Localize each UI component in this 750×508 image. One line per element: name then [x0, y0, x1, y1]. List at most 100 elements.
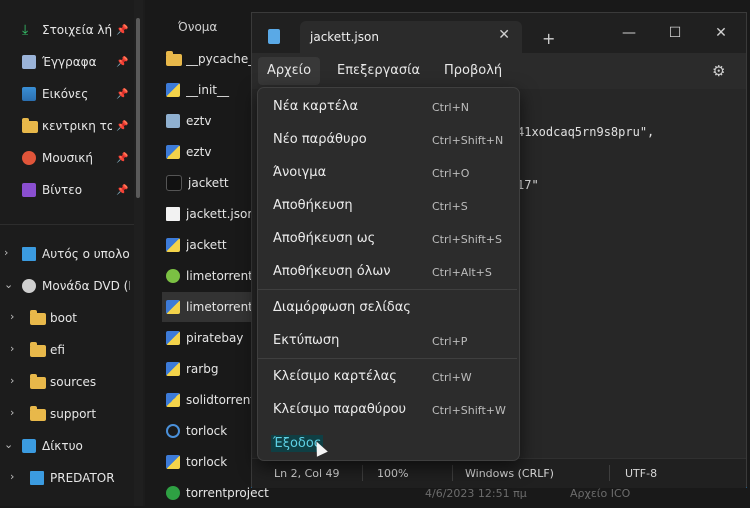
- sidebar-item-label: Στοιχεία λήψ: [42, 23, 112, 37]
- code-fragment: 41xodcaq5rn9s8pru",: [517, 125, 655, 139]
- menu-separator: [258, 358, 517, 359]
- sidebar-item-network[interactable]: Δίκτυο: [0, 431, 134, 461]
- sidebar-item-folder[interactable]: κεντρικη τοπ 📌: [0, 111, 134, 141]
- menu-view[interactable]: Προβολή: [435, 57, 511, 85]
- sidebar-scrollbar-thumb[interactable]: [136, 18, 140, 198]
- sidebar-item-videos[interactable]: Βίντεο 📌: [0, 175, 134, 205]
- sidebar-item-label: support: [50, 407, 97, 421]
- torlock-icon: [166, 424, 180, 438]
- status-bar: Ln 2, Col 49 100% Windows (CRLF) UTF-8: [252, 458, 746, 488]
- sidebar-item-label: Μουσική: [42, 151, 93, 165]
- menu-item-label: Εκτύπωση: [273, 333, 340, 348]
- status-divider: [609, 465, 610, 481]
- sidebar-item-boot[interactable]: boot: [8, 303, 142, 333]
- python-file-icon: [166, 455, 180, 469]
- menu-item-label: Αποθήκευση: [273, 198, 353, 213]
- file-date: 4/6/2023 12:51 πμ: [425, 487, 527, 500]
- python-file-icon: [166, 145, 180, 159]
- menu-item-label: Άνοιγμα: [273, 165, 327, 180]
- menu-item-save-as[interactable]: Αποθήκευση ως Ctrl+Shift+S: [262, 224, 515, 254]
- menu-item-label: Νέα καρτέλα: [273, 99, 359, 114]
- menu-item-shortcut: Ctrl+Shift+W: [432, 404, 506, 417]
- torrentproject-icon: [166, 486, 180, 500]
- sidebar-item-label: Δίκτυο: [42, 439, 83, 453]
- pictures-icon: [22, 87, 36, 101]
- code-fragment: 17": [517, 178, 539, 192]
- close-tab-icon[interactable]: ✕: [498, 27, 510, 43]
- sidebar-item-label: Μονάδα DVD (D: [42, 279, 130, 293]
- python-file-icon: [166, 393, 180, 407]
- menu-item-close-tab[interactable]: Κλείσιμο καρτέλας Ctrl+W: [262, 362, 515, 392]
- menu-item-label: Αποθήκευση όλων: [273, 264, 391, 279]
- pin-icon[interactable]: 📌: [116, 89, 128, 100]
- folder-icon: [22, 118, 38, 133]
- dvd-drive-icon: [22, 279, 36, 293]
- menu-item-open[interactable]: Άνοιγμα Ctrl+O: [262, 158, 515, 188]
- folder-icon: [30, 310, 46, 325]
- folder-icon: [30, 374, 46, 389]
- limetorrents-icon: [166, 269, 180, 283]
- sidebar-item-label: efi: [50, 343, 65, 357]
- python-file-icon: [166, 331, 180, 345]
- pin-icon[interactable]: 📌: [116, 25, 128, 36]
- menu-item-label: Διαμόρφωση σελίδας: [273, 300, 411, 315]
- python-file-icon: [166, 238, 180, 252]
- sidebar-item-music[interactable]: Μουσική 📌: [0, 143, 134, 173]
- sidebar-item-this-pc[interactable]: Αυτός ο υπολο: [0, 239, 134, 269]
- minimize-button[interactable]: —: [606, 19, 652, 47]
- settings-gear-icon[interactable]: ⚙: [712, 62, 725, 80]
- documents-icon: [22, 55, 36, 69]
- download-icon: ⤓: [22, 22, 29, 38]
- menu-item-exit[interactable]: Έξοδος: [262, 428, 515, 458]
- sidebar-item-dvd-drive[interactable]: Μονάδα DVD (D: [0, 271, 134, 301]
- computer-icon: [30, 471, 44, 485]
- python-file-icon: [166, 300, 180, 314]
- menu-item-new-window[interactable]: Νέο παράθυρο Ctrl+Shift+N: [262, 125, 515, 155]
- menu-item-close-window[interactable]: Κλείσιμο παραθύρου Ctrl+Shift+W: [262, 395, 515, 425]
- menu-item-shortcut: Ctrl+S: [432, 200, 468, 213]
- menu-item-label: Κλείσιμο καρτέλας: [273, 369, 397, 384]
- pin-icon[interactable]: 📌: [116, 153, 128, 164]
- pin-icon[interactable]: 📌: [116, 57, 128, 68]
- sidebar-item-sources[interactable]: sources: [8, 367, 142, 397]
- file-menu-dropdown: Νέα καρτέλα Ctrl+N Νέο παράθυρο Ctrl+Shi…: [257, 87, 520, 461]
- column-header-name[interactable]: Όνομα: [178, 20, 217, 34]
- sidebar-item-documents[interactable]: Έγγραφα 📌: [0, 47, 134, 77]
- sidebar-item-label: PREDATOR: [50, 471, 115, 485]
- jackett-icon: [166, 175, 182, 191]
- network-icon: [22, 439, 36, 453]
- menu-edit[interactable]: Επεξεργασία: [328, 57, 429, 85]
- sidebar-item-support[interactable]: support: [8, 399, 142, 429]
- menu-item-shortcut: Ctrl+Shift+N: [432, 134, 504, 147]
- tab-jackett-json[interactable]: jackett.json ✕: [300, 21, 522, 53]
- zoom-level: 100%: [377, 467, 409, 480]
- file-name: torrentproject: [186, 486, 269, 500]
- notepad-icon: [268, 29, 280, 44]
- folder-icon: [30, 406, 46, 421]
- close-window-button[interactable]: ✕: [698, 19, 744, 47]
- menu-item-page-setup[interactable]: Διαμόρφωση σελίδας: [262, 293, 515, 323]
- sidebar-item-downloads[interactable]: ⤓ Στοιχεία λήψ 📌: [0, 15, 134, 45]
- menu-item-shortcut: Ctrl+Alt+S: [432, 266, 492, 279]
- menu-item-label: Νέο παράθυρο: [273, 132, 367, 147]
- tab-title: jackett.json: [310, 30, 379, 44]
- menu-item-save-all[interactable]: Αποθήκευση όλων Ctrl+Alt+S: [262, 257, 515, 287]
- menu-item-save[interactable]: Αποθήκευση Ctrl+S: [262, 191, 515, 221]
- sidebar-item-predator[interactable]: PREDATOR: [8, 463, 142, 493]
- new-tab-icon[interactable]: +: [542, 29, 555, 48]
- sidebar-item-pictures[interactable]: Εικόνες 📌: [0, 79, 134, 109]
- menu-bar: Αρχείο Επεξεργασία Προβολή ⚙: [252, 53, 746, 89]
- sidebar-item-efi[interactable]: efi: [8, 335, 142, 365]
- menu-item-shortcut: Ctrl+Shift+S: [432, 233, 502, 246]
- menu-item-new-tab[interactable]: Νέα καρτέλα Ctrl+N: [262, 92, 515, 122]
- menu-item-print[interactable]: Εκτύπωση Ctrl+P: [262, 326, 515, 356]
- sidebar-item-label: Έγγραφα: [42, 55, 97, 69]
- sidebar-item-label: sources: [50, 375, 97, 389]
- eztv-icon: [166, 114, 180, 128]
- title-bar[interactable]: jackett.json ✕ + — ☐ ✕: [252, 13, 746, 53]
- pin-icon[interactable]: 📌: [116, 121, 128, 132]
- menu-file[interactable]: Αρχείο: [258, 57, 321, 85]
- maximize-button[interactable]: ☐: [652, 19, 698, 47]
- sidebar-item-label: boot: [50, 311, 78, 325]
- pin-icon[interactable]: 📌: [116, 185, 128, 196]
